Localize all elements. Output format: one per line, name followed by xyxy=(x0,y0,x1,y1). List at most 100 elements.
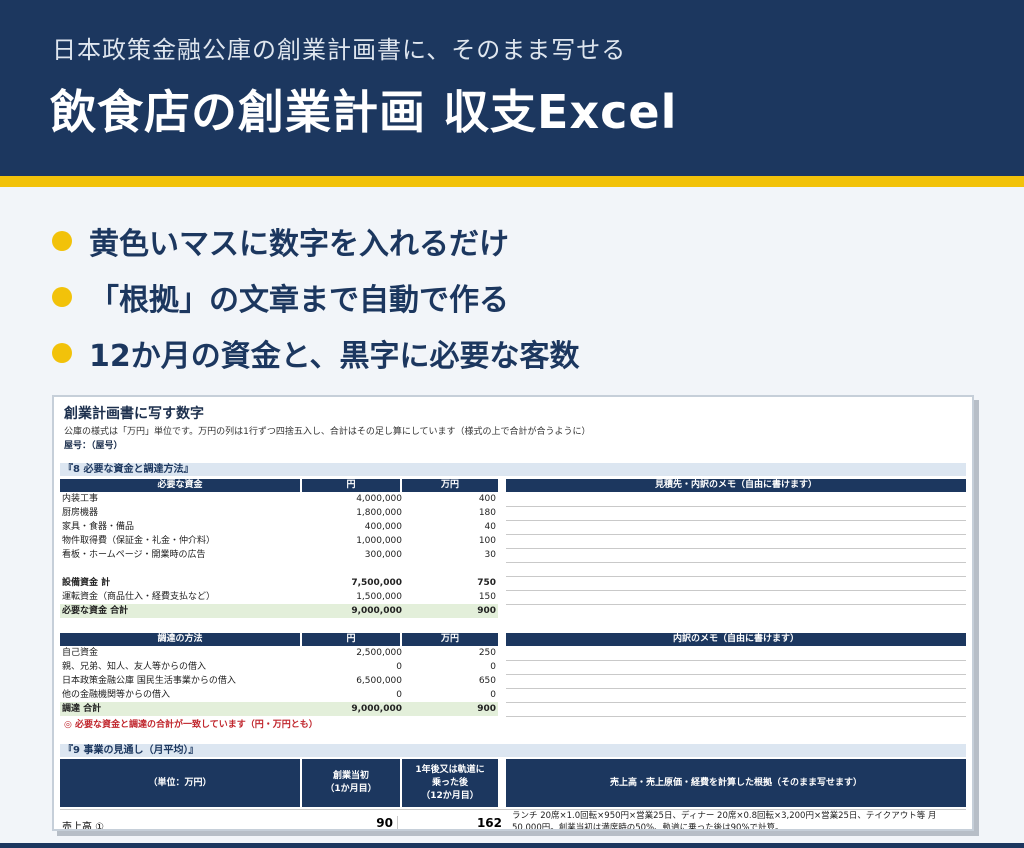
row-label: 調達 合計 xyxy=(62,704,102,714)
table-row: 売上高 ① 90 162 ランチ 20席×1.0回転×950円×営業25日、ディ… xyxy=(60,809,966,831)
row-man: 30 xyxy=(484,550,496,560)
row-label: 内装工事 xyxy=(62,494,99,504)
feature-text: 12か月の資金と、黒字に必要な客数 xyxy=(89,339,580,374)
memo-line xyxy=(506,548,966,549)
column-header: 創業当初 （1か月目） xyxy=(302,759,400,807)
row-label: 他の金融機関等からの借入 xyxy=(62,690,171,700)
row-man: 180 xyxy=(478,508,496,518)
row-label: 物件取得費（保証金・礼金・仲介料） xyxy=(62,536,216,546)
feature-item: 12か月の資金と、黒字に必要な客数 xyxy=(52,325,580,381)
row-man: 0 xyxy=(490,662,496,672)
row-label: 看板・ホームページ・開業時の広告 xyxy=(62,550,206,560)
row-yen: 300,000 xyxy=(364,550,402,560)
bullet-dot-icon xyxy=(52,343,72,363)
column-header: 売上高・売上原価・経費を計算した根拠（そのまま写せます） xyxy=(506,759,966,807)
memo-line xyxy=(506,562,966,563)
table-row: 内装工事 4,000,000 400 xyxy=(60,492,498,506)
table-row: 自己資金 2,500,000 250 xyxy=(60,646,498,660)
column-header: 円 xyxy=(302,479,400,492)
memo-line xyxy=(506,688,966,689)
memo-line xyxy=(506,702,966,703)
column-header: 1年後又は軌道に 乗った後 （12か月目） xyxy=(402,759,498,807)
row-yen: 9,000,000 xyxy=(351,704,402,714)
row-man: 150 xyxy=(478,592,496,602)
row-man: 650 xyxy=(478,676,496,686)
row-yen: 9,000,000 xyxy=(351,606,402,616)
row-yen: 0 xyxy=(396,662,402,672)
row-man: 40 xyxy=(484,522,496,532)
table-row: 物件取得費（保証金・礼金・仲介料） 1,000,000 100 xyxy=(60,534,498,548)
feature-list: 黄色いマスに数字を入れるだけ 「根拠」の文章まで自動で作る 12か月の資金と、黒… xyxy=(52,213,580,381)
hero-title: 飲食店の創業計画 収支Excel xyxy=(50,85,678,139)
row-yen: 1,000,000 xyxy=(356,536,402,546)
row-label: 家具・食器・備品 xyxy=(62,522,135,532)
table-row: 日本政策金融公庫 国民生活事業からの借入 6,500,000 650 xyxy=(60,674,498,688)
feature-text: 「根拠」の文章まで自動で作る xyxy=(89,283,509,318)
row-man: 750 xyxy=(477,578,496,588)
table-row-subtotal: 設備資金 計 7,500,000 750 xyxy=(60,576,498,590)
memo-line xyxy=(506,534,966,535)
sales-initial-value: 90 xyxy=(304,816,398,829)
feature-item: 黄色いマスに数字を入れるだけ xyxy=(52,213,580,269)
row-man: 400 xyxy=(478,494,496,504)
column-header: 万円 xyxy=(402,479,498,492)
column-header: 円 xyxy=(302,633,400,646)
row-label: 必要な資金 合計 xyxy=(62,606,129,616)
row-man: 100 xyxy=(478,536,496,546)
sales-later-value: 162 xyxy=(476,816,502,830)
memo-line xyxy=(506,604,966,605)
sheet-note: 公庫の様式は「万円」単位です。万円の列は1行ずつ四捨五入し、合計はその足し算にし… xyxy=(64,427,591,437)
table-row: 厨房機器 1,800,000 180 xyxy=(60,506,498,520)
bottom-bar xyxy=(0,843,1024,848)
bullet-dot-icon xyxy=(52,231,72,251)
row-label: 運転資金（商品仕入・経費支払など） xyxy=(62,592,216,602)
column-header: 必要な資金 xyxy=(60,479,300,492)
sales-basis-text: ランチ 20席×1.0回転×950円×営業25日、ディナー 20席×0.8回転×… xyxy=(512,811,937,831)
feature-text: 黄色いマスに数字を入れるだけ xyxy=(89,227,509,262)
row-yen: 4,000,000 xyxy=(356,494,402,504)
hero-banner: 日本政策金融公庫の創業計画書に、そのまま写せる 飲食店の創業計画 収支Excel xyxy=(0,0,1024,176)
row-yen: 0 xyxy=(396,690,402,700)
row-yen: 2,500,000 xyxy=(356,648,402,658)
memo-line xyxy=(506,506,966,507)
row-label: 自己資金 xyxy=(62,648,99,658)
row-man: 250 xyxy=(478,648,496,658)
row-man: 0 xyxy=(490,690,496,700)
bullet-dot-icon xyxy=(52,287,72,307)
row-label: 親、兄弟、知人、友人等からの借入 xyxy=(62,662,207,672)
table-row: 看板・ホームページ・開業時の広告 300,000 30 xyxy=(60,548,498,562)
spreadsheet-preview: 創業計画書に写す数字 公庫の様式は「万円」単位です。万円の列は1行ずつ四捨五入し… xyxy=(52,395,974,831)
shop-name: 屋号：（屋号） xyxy=(64,441,123,451)
table-row: 運転資金（商品仕入・経費支払など） 1,500,000 150 xyxy=(60,590,498,604)
row-label: 厨房機器 xyxy=(62,508,99,518)
memo-line xyxy=(506,520,966,521)
row-label: 設備資金 計 xyxy=(62,578,111,588)
memo-line xyxy=(506,674,966,675)
column-header: 万円 xyxy=(402,633,498,646)
memo-line xyxy=(506,590,966,591)
table-row: 家具・食器・備品 400,000 40 xyxy=(60,520,498,534)
row-yen: 400,000 xyxy=(364,522,402,532)
column-header: 見積先・内訳のメモ（自由に書けます） xyxy=(506,479,966,492)
section-title: 『8 必要な資金と調達方法』 xyxy=(60,463,966,476)
memo-line xyxy=(506,576,966,577)
row-label: 日本政策金融公庫 国民生活事業からの借入 xyxy=(62,676,236,686)
column-header: （単位：万円） xyxy=(60,759,300,807)
column-header: 内訳のメモ（自由に書けます） xyxy=(506,633,966,646)
section-title: 『9 事業の見通し（月平均）』 xyxy=(60,744,966,757)
column-header: 調達の方法 xyxy=(60,633,300,646)
table-row: 親、兄弟、知人、友人等からの借入 0 0 xyxy=(60,660,498,674)
accent-bar xyxy=(0,176,1024,187)
table-row-total: 必要な資金 合計 9,000,000 900 xyxy=(60,604,498,618)
row-man: 900 xyxy=(477,704,496,714)
row-yen: 1,800,000 xyxy=(356,508,402,518)
table-row-total: 調達 合計 9,000,000 900 xyxy=(60,702,498,716)
row-man: 900 xyxy=(477,606,496,616)
row-label: 売上高 ① xyxy=(62,822,105,831)
row-yen: 6,500,000 xyxy=(356,676,402,686)
memo-line xyxy=(506,716,966,717)
memo-line xyxy=(506,660,966,661)
sheet-title: 創業計画書に写す数字 xyxy=(64,406,204,422)
hero-subtitle: 日本政策金融公庫の創業計画書に、そのまま写せる xyxy=(52,36,627,64)
row-yen: 1,500,000 xyxy=(356,592,402,602)
